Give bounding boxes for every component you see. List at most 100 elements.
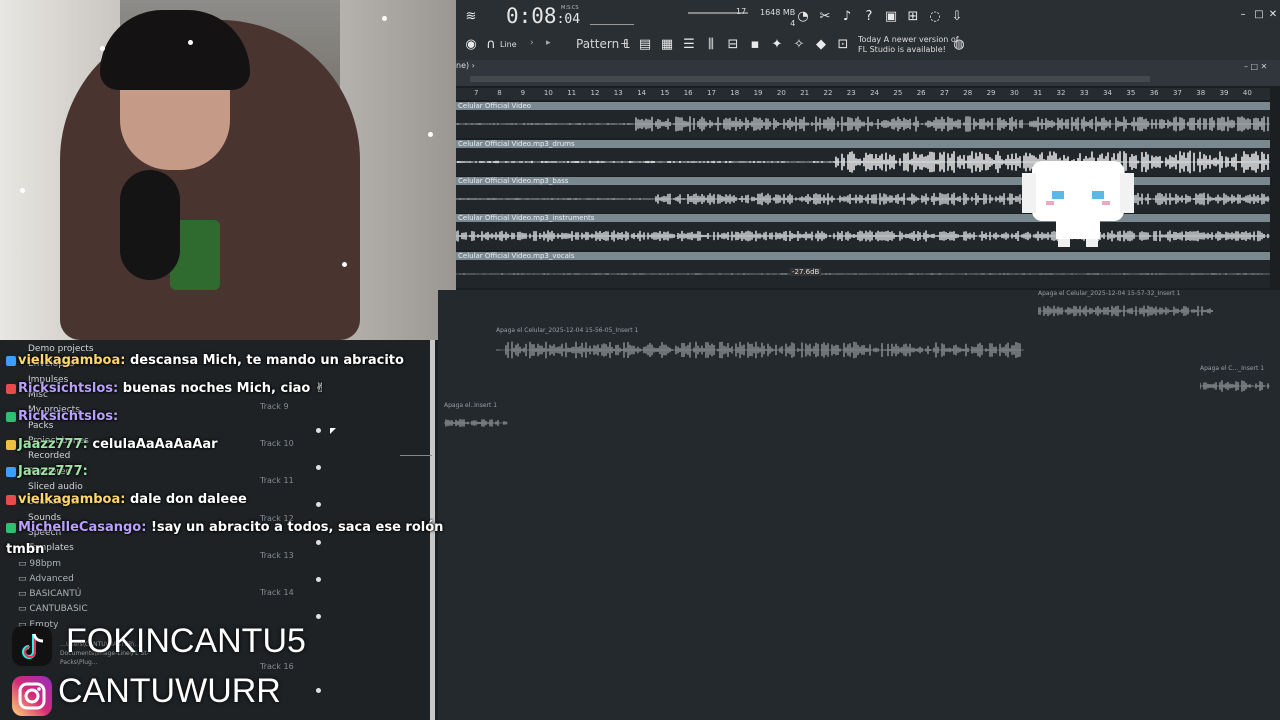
track-mute-indicator[interactable] <box>316 577 321 582</box>
ruler-bar-number: 16 <box>683 89 693 97</box>
folder-icon: ▭ <box>18 589 30 599</box>
project-info-icon[interactable]: ◆ <box>814 38 828 52</box>
track-label[interactable]: Track 14 <box>260 588 294 597</box>
minimize-icon[interactable]: – <box>1236 8 1250 22</box>
clip-label: Celular Official Video.mp3_drums <box>456 140 1270 148</box>
track-mute-indicator[interactable] <box>316 614 321 619</box>
shop-icon[interactable]: ⊡ <box>836 38 850 52</box>
chat-badge-icon <box>6 383 16 394</box>
snap-selector[interactable]: Line <box>500 40 517 49</box>
chat-message: Jaazz777: celulaAaAaAaAar <box>6 437 218 452</box>
download-icon[interactable]: ⇩ <box>950 10 964 24</box>
play-pattern-icon[interactable]: ▸ <box>546 38 551 48</box>
waveform-icon[interactable]: ≋ <box>464 10 478 24</box>
track-mute-indicator[interactable] <box>316 428 321 433</box>
ruler-bar-number: 21 <box>800 89 810 97</box>
lane-vocals[interactable]: Celular Official Video.mp3_vocals <box>456 252 1270 288</box>
piano-roll-icon[interactable]: ▦ <box>660 38 674 52</box>
ruler-bar-number: 26 <box>916 89 926 97</box>
track-mute-indicator[interactable] <box>316 502 321 507</box>
save-icon[interactable]: ▣ <box>884 10 898 24</box>
add-pattern-icon[interactable]: + <box>620 37 629 50</box>
ruler-bar-number: 28 <box>963 89 973 97</box>
ruler-bar-number: 25 <box>893 89 903 97</box>
audio-clip-waveform[interactable] <box>1200 374 1270 398</box>
tools-icon[interactable]: ✧ <box>792 38 806 52</box>
clip-label: Celular Official Video.mp3_vocals <box>456 252 1270 260</box>
track-mute-indicator[interactable] <box>316 465 321 470</box>
browser-item[interactable]: Recorded <box>28 451 70 461</box>
playlist-icon[interactable]: ▤ <box>638 38 652 52</box>
mixer-icon[interactable]: ⫼ <box>704 38 718 52</box>
audio-clip-label: Apaga el C..._Insert 1 <box>1200 365 1265 372</box>
ruler-bar-number: 35 <box>1126 89 1136 97</box>
browser-folder[interactable]: ▭ 98bpm <box>18 559 61 569</box>
browser-item[interactable]: Sliced audio <box>28 482 83 492</box>
browser-folder[interactable]: ▭ BASICANTÚ <box>18 589 81 599</box>
track-divider <box>400 455 432 456</box>
lane-full-mix[interactable]: Celular Official Video <box>456 102 1270 138</box>
mic-icon[interactable]: ♪ <box>840 10 854 24</box>
master-pitch-slider[interactable] <box>590 10 634 25</box>
lane-instruments[interactable]: Celular Official Video.mp3_instruments <box>456 214 1270 250</box>
chat-text: buenas noches Mich, ciao ✌ <box>122 381 326 396</box>
ruler-bar-number: 23 <box>846 89 856 97</box>
globe-icon[interactable]: ◍ <box>952 38 966 52</box>
chat-text: celulaAaAaAaAar <box>92 437 218 452</box>
lane-bass[interactable]: Celular Official Video.mp3_bass <box>456 177 1270 213</box>
help-icon[interactable]: ? <box>862 10 876 24</box>
folder-label: BASICANTÚ <box>29 589 82 599</box>
magnet-icon[interactable]: ∩ <box>484 38 498 52</box>
chevron-right-icon[interactable]: › <box>530 38 534 48</box>
metronome-icon[interactable]: ◔ <box>796 10 810 24</box>
touch-controller-icon[interactable]: ✦ <box>770 38 784 52</box>
plugin-picker-icon[interactable]: ▪ <box>748 38 762 52</box>
snowflake <box>20 188 25 193</box>
track-label[interactable]: Track 10 <box>260 439 294 448</box>
track-label[interactable]: Track 11 <box>260 476 294 485</box>
playlist-tool-icon[interactable]: ◉ <box>464 38 478 52</box>
chat-text: !say un abracito a todos, saca ese rolón <box>150 520 444 535</box>
audio-clip-waveform[interactable] <box>1038 300 1213 322</box>
folder-label: CANTUBASIC <box>29 604 88 614</box>
track-mute-indicator[interactable] <box>316 540 321 545</box>
browser-folder[interactable]: ▭ CANTUBASIC <box>18 604 88 614</box>
audio-clip-waveform[interactable] <box>496 336 1024 364</box>
browser-folder[interactable]: ▭ Advanced <box>18 574 74 584</box>
track-label[interactable]: Track 9 <box>260 402 289 411</box>
memory-readout: 1648 MB 4 <box>760 8 796 28</box>
snowflake <box>100 46 105 51</box>
track-mute-indicator[interactable] <box>316 688 321 693</box>
horizontal-scrollbar[interactable] <box>470 76 1150 82</box>
ruler-bar-number: 14 <box>637 89 647 97</box>
channel-rack-icon[interactable]: ☰ <box>682 38 696 52</box>
ruler-bar-number: 30 <box>1009 89 1019 97</box>
browser-icon[interactable]: ⊟ <box>726 38 740 52</box>
cpu-readout: 17 <box>736 7 747 16</box>
waveform-vocals <box>456 273 1270 275</box>
timeline-ruler[interactable]: 7 8 9 10 11 12 13 14 15 16 17 18 19 20 21 22 23 24 25 26 27 2… <box>456 88 1270 100</box>
maximize-icon[interactable]: □ <box>1252 8 1266 22</box>
window-controls[interactable]: – □ ✕ <box>1244 62 1267 71</box>
close-icon[interactable]: ✕ <box>1266 8 1280 22</box>
plugin-icon[interactable]: ⊞ <box>906 10 920 24</box>
ruler-bar-number: 19 <box>753 89 763 97</box>
ruler-bar-number: 37 <box>1173 89 1182 97</box>
track-label[interactable]: Track 13 <box>260 551 294 560</box>
update-notice[interactable]: Today A newer version of FL Studio is ava… <box>858 35 959 55</box>
folder-label: Advanced <box>29 574 74 584</box>
audio-clip-waveform[interactable] <box>444 412 508 434</box>
ruler-bar-number: 8 <box>497 89 502 97</box>
pixel-mascot-overlay <box>1022 161 1134 247</box>
chat-username: Ricksichtslos: <box>18 409 119 424</box>
cut-icon[interactable]: ✂ <box>818 10 832 24</box>
ruler-bar-number: 33 <box>1079 89 1089 97</box>
waveform-instruments <box>456 230 1270 242</box>
chat-badge-icon <box>6 411 16 422</box>
audio-clip-label: Apaga el Celular_2025-12-04 15-57-32_Ins… <box>1038 290 1181 297</box>
waveform-drums <box>456 150 1270 174</box>
track-label[interactable]: Track 16 <box>260 662 294 671</box>
lane-drums[interactable]: Celular Official Video.mp3_drums <box>456 140 1270 176</box>
ruler-bar-number: 38 <box>1196 89 1206 97</box>
chat-icon[interactable]: ◌ <box>928 10 942 24</box>
